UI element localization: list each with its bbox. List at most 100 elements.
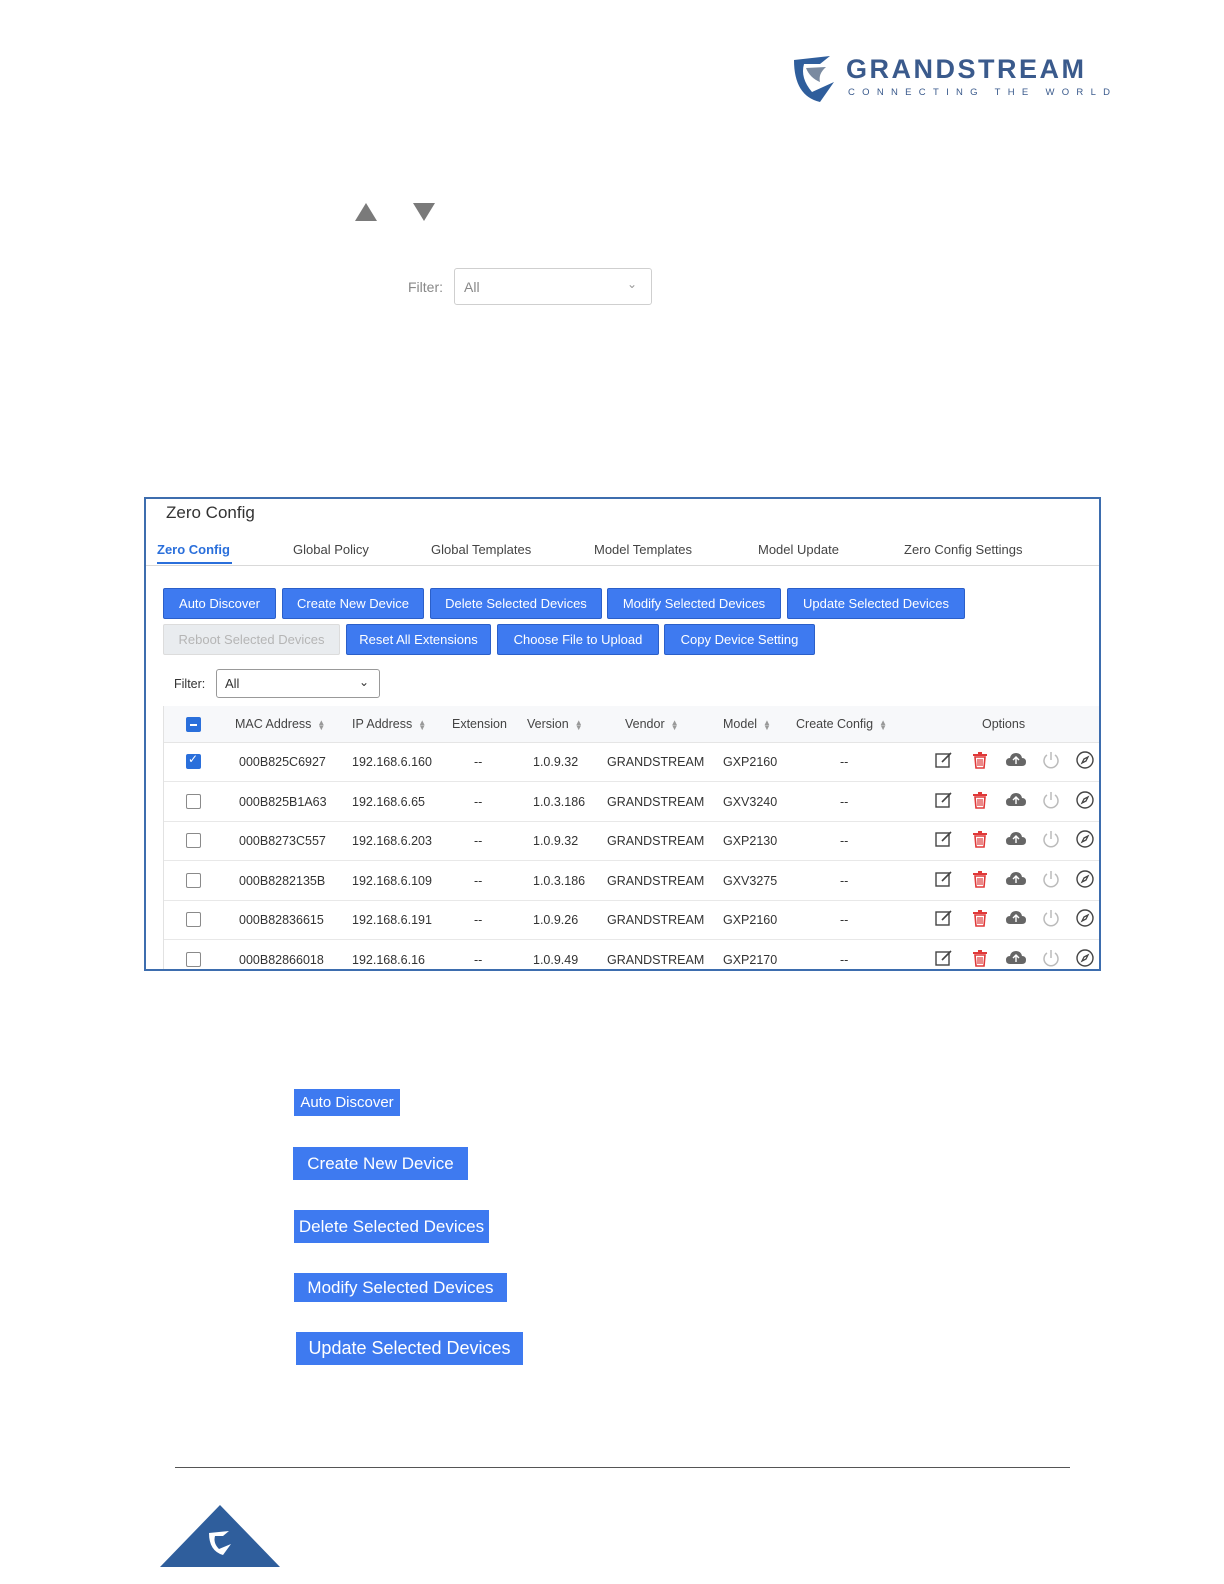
power-icon[interactable] xyxy=(1041,908,1061,928)
delete-selected-devices-button[interactable]: Delete Selected Devices xyxy=(430,588,602,619)
tab-zero-config-settings[interactable]: Zero Config Settings xyxy=(904,542,1023,557)
tab-zero-config[interactable]: Zero Config xyxy=(157,542,230,557)
auto-discover-button-large[interactable]: Auto Discover xyxy=(294,1089,400,1116)
create-new-device-button[interactable]: Create New Device xyxy=(282,588,424,619)
col-version[interactable]: Version ▲ ▼ xyxy=(527,717,583,731)
select-all-checkbox[interactable] xyxy=(186,717,201,732)
trash-icon[interactable] xyxy=(970,750,990,770)
row-checkbox[interactable] xyxy=(186,872,201,888)
trash-icon[interactable] xyxy=(970,908,990,928)
col-vendor[interactable]: Vendor ▲ ▼ xyxy=(625,717,679,731)
brand-name: GRANDSTREAM xyxy=(846,54,1087,84)
footer-logo-icon xyxy=(209,1531,231,1555)
cell-vendor: GRANDSTREAM xyxy=(607,834,705,848)
grandstream-logo: GRANDSTREAM CONNECTING THE WORLD xyxy=(790,50,1120,110)
compass-icon[interactable] xyxy=(1075,948,1095,968)
cell-mac: 000B825C6927 xyxy=(239,755,326,769)
cell-config: -- xyxy=(840,834,849,848)
compass-icon[interactable] xyxy=(1075,790,1095,810)
compass-icon[interactable] xyxy=(1075,750,1095,770)
table-row: 000B82836615 192.168.6.191 -- 1.0.9.26 GRAND… xyxy=(164,900,1099,940)
modify-selected-devices-button-large[interactable]: Modify Selected Devices xyxy=(294,1273,507,1302)
power-icon[interactable] xyxy=(1041,869,1061,889)
table-row: ✓ 000B825C6927 192.168.6.160 -- 1.0.9.32 GRAN… xyxy=(164,742,1099,782)
cell-vendor: GRANDSTREAM xyxy=(607,913,705,927)
tab-global-policy[interactable]: Global Policy xyxy=(293,542,369,557)
table-filter-label: Filter: xyxy=(174,677,206,691)
cell-mac: 000B8282135B xyxy=(239,873,326,888)
cell-ip: 192.168.6.16 xyxy=(352,952,425,967)
col-create-config[interactable]: Create Config ▲ ▼ xyxy=(796,717,887,731)
cloud-upload-icon[interactable] xyxy=(1005,948,1026,968)
cloud-upload-icon[interactable] xyxy=(1005,829,1026,849)
cell-ext: -- xyxy=(474,834,483,848)
tab-global-templates[interactable]: Global Templates xyxy=(431,542,531,557)
auto-discover-button[interactable]: Auto Discover xyxy=(163,588,276,619)
create-new-device-button-large[interactable]: Create New Device xyxy=(293,1147,468,1180)
delete-selected-devices-button-large[interactable]: Delete Selected Devices xyxy=(294,1210,489,1243)
cell-ip: 192.168.6.160 xyxy=(352,755,432,769)
row-checkbox[interactable] xyxy=(186,951,201,967)
power-icon[interactable] xyxy=(1041,948,1061,968)
cell-version: 1.0.9.26 xyxy=(533,913,579,927)
table-filter-select[interactable]: All ⌄ xyxy=(216,669,380,698)
cell-model: GXP2170 xyxy=(723,952,778,967)
footer-divider xyxy=(175,1467,1070,1468)
cloud-upload-icon[interactable] xyxy=(1005,750,1026,770)
compass-icon[interactable] xyxy=(1075,869,1095,889)
cloud-upload-icon[interactable] xyxy=(1005,869,1026,889)
trash-icon[interactable] xyxy=(970,869,990,889)
cell-ext: -- xyxy=(474,755,483,769)
cell-version: 1.0.3.186 xyxy=(533,794,586,809)
power-icon[interactable] xyxy=(1041,829,1061,849)
row-checkbox[interactable] xyxy=(186,793,201,809)
reset-all-extensions-button[interactable]: Reset All Extensions xyxy=(346,624,491,655)
cell-ip: 192.168.6.191 xyxy=(352,913,432,927)
power-icon[interactable] xyxy=(1041,750,1061,770)
compass-icon[interactable] xyxy=(1075,829,1095,849)
cloud-upload-icon[interactable] xyxy=(1005,908,1026,928)
update-selected-devices-button[interactable]: Update Selected Devices xyxy=(787,588,965,619)
edit-icon[interactable] xyxy=(934,869,954,889)
cell-config: -- xyxy=(840,952,849,967)
cell-ip: 192.168.6.203 xyxy=(352,834,432,848)
col-extension: Extension xyxy=(452,717,507,731)
edit-icon[interactable] xyxy=(934,908,954,928)
cell-config: -- xyxy=(840,873,849,888)
filter-select[interactable]: All ⌄ xyxy=(454,268,652,305)
copy-device-setting-button[interactable]: Copy Device Setting xyxy=(664,624,815,655)
cell-version: 1.0.9.49 xyxy=(533,952,579,967)
tab-model-templates[interactable]: Model Templates xyxy=(594,542,692,557)
row-checkbox[interactable] xyxy=(186,912,201,927)
table-header: MAC Address ▲ ▼ IP Address ▲ ▼ Extension Ver… xyxy=(164,706,1099,743)
col-ip-address[interactable]: IP Address ▲ ▼ xyxy=(352,717,426,731)
cell-ext: -- xyxy=(474,794,483,809)
edit-icon[interactable] xyxy=(934,790,954,810)
cell-version: 1.0.9.32 xyxy=(533,755,579,769)
cell-vendor: GRANDSTREAM xyxy=(607,794,705,809)
tab-model-update[interactable]: Model Update xyxy=(758,542,839,557)
cloud-upload-icon[interactable] xyxy=(1005,790,1026,810)
trash-icon[interactable] xyxy=(970,829,990,849)
compass-icon[interactable] xyxy=(1075,908,1095,928)
update-selected-devices-button-large[interactable]: Update Selected Devices xyxy=(296,1332,523,1365)
trash-icon[interactable] xyxy=(970,948,990,968)
edit-icon[interactable] xyxy=(934,829,954,849)
row-checkbox[interactable]: ✓ xyxy=(186,752,201,769)
row-checkbox[interactable] xyxy=(186,833,201,848)
modify-selected-devices-button[interactable]: Modify Selected Devices xyxy=(607,588,781,619)
power-icon[interactable] xyxy=(1041,790,1061,810)
cell-model: GXV3240 xyxy=(723,794,778,809)
cell-ip: 192.168.6.65 xyxy=(352,794,425,809)
col-mac-address[interactable]: MAC Address ▲ ▼ xyxy=(235,717,325,731)
edit-icon[interactable] xyxy=(934,948,954,968)
cell-config: -- xyxy=(840,794,849,809)
trash-icon[interactable] xyxy=(970,790,990,810)
cell-config: -- xyxy=(840,755,849,769)
choose-file-to-upload-button[interactable]: Choose File to Upload xyxy=(497,624,659,655)
cell-vendor: GRANDSTREAM xyxy=(607,952,705,967)
reboot-selected-devices-button[interactable]: Reboot Selected Devices xyxy=(163,624,340,655)
edit-icon[interactable] xyxy=(934,750,954,770)
col-model[interactable]: Model ▲ ▼ xyxy=(723,717,771,731)
cell-mac: 000B8273C557 xyxy=(239,834,326,848)
